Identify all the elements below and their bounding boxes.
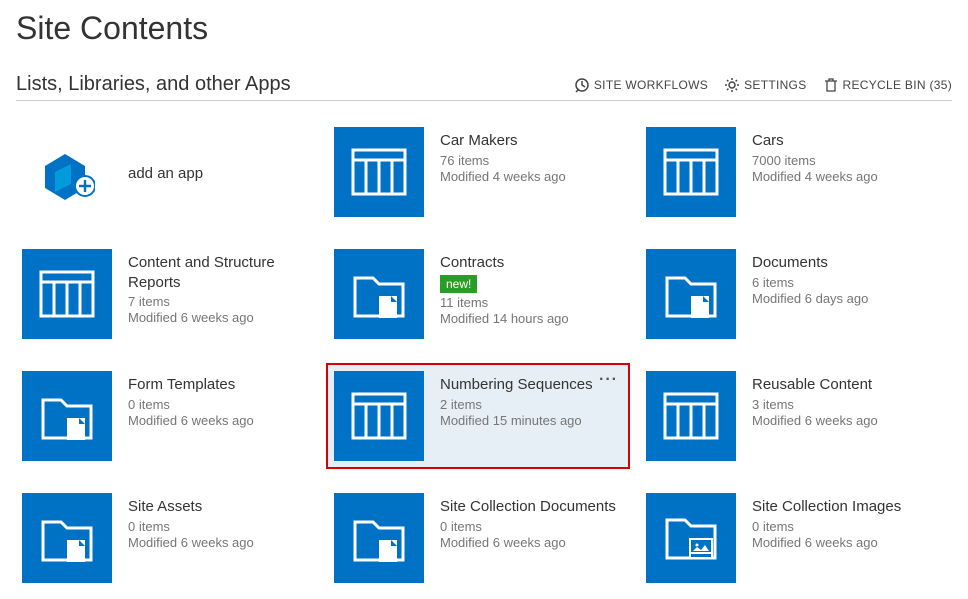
app-title[interactable]: Reusable Content <box>752 375 934 395</box>
library-icon <box>22 371 112 461</box>
app-title[interactable]: Cars <box>752 131 934 151</box>
workflows-icon <box>574 77 590 93</box>
app-modified-text: Modified 6 days ago <box>752 291 934 306</box>
list-icon <box>646 127 736 217</box>
app-items-count: 0 items <box>128 519 310 534</box>
list-icon <box>22 249 112 339</box>
app-items-count: 7000 items <box>752 153 934 168</box>
app-item[interactable]: Site Collection Documents 0 itemsModified… <box>328 487 628 589</box>
app-modified-text: Modified 6 weeks ago <box>128 413 310 428</box>
app-modified-text: Modified 6 weeks ago <box>128 535 310 550</box>
add-an-app[interactable]: add an app <box>16 121 316 223</box>
page-title: Site Contents <box>16 10 952 47</box>
gear-icon <box>724 77 740 93</box>
app-item[interactable]: Site Collection Images 0 itemsModified 6 … <box>640 487 940 589</box>
ellipsis-icon[interactable]: ··· <box>599 371 618 389</box>
app-items-count: 0 items <box>440 519 622 534</box>
app-item[interactable]: Car Makers 76 itemsModified 4 weeks ago <box>328 121 628 223</box>
app-title[interactable]: Contracts <box>440 253 622 273</box>
workflows-label: SITE WORKFLOWS <box>594 78 708 92</box>
app-modified-text: Modified 6 weeks ago <box>440 535 622 550</box>
app-item[interactable]: Reusable Content 3 itemsModified 6 weeks … <box>640 365 940 467</box>
add-app-icon <box>22 127 112 217</box>
app-modified-text: Modified 14 hours ago <box>440 311 622 326</box>
app-title[interactable]: Form Templates <box>128 375 310 395</box>
app-modified-text: Modified 4 weeks ago <box>752 169 934 184</box>
apps-grid: add an app Car Makers76 itemsModified 4 … <box>16 121 952 589</box>
app-title[interactable]: Car Makers <box>440 131 622 151</box>
app-modified-text: Modified 6 weeks ago <box>752 413 934 428</box>
app-items-count: 3 items <box>752 397 934 412</box>
app-item[interactable]: Form Templates 0 itemsModified 6 weeks ag… <box>16 365 316 467</box>
app-modified-text: Modified 15 minutes ago <box>440 413 622 428</box>
app-items-count: 0 items <box>128 397 310 412</box>
app-title[interactable]: Content and Structure Reports <box>128 253 310 292</box>
library-icon <box>334 249 424 339</box>
app-items-count: 76 items <box>440 153 622 168</box>
list-icon <box>334 371 424 461</box>
recycle-icon <box>823 77 839 93</box>
app-item[interactable]: Content and Structure Reports 7 itemsModi… <box>16 243 316 345</box>
new-badge: new! <box>440 275 477 293</box>
app-title[interactable]: Site Collection Images <box>752 497 934 517</box>
app-title[interactable]: Documents <box>752 253 934 273</box>
app-title[interactable]: Site Assets <box>128 497 310 517</box>
library-icon <box>22 493 112 583</box>
app-item[interactable]: Numbering Sequences 2 itemsModified 15 mi… <box>328 365 628 467</box>
app-item[interactable]: Contracts new! 11 itemsModified 14 hours a… <box>328 243 628 345</box>
actions-row: Lists, Libraries, and other Apps SITE WO… <box>16 73 952 101</box>
settings-label: SETTINGS <box>744 78 806 92</box>
app-items-count: 2 items <box>440 397 622 412</box>
subtitle: Lists, Libraries, and other Apps <box>16 73 558 96</box>
app-modified-text: Modified 6 weeks ago <box>128 310 310 325</box>
app-item[interactable]: Documents 6 itemsModified 6 days ago <box>640 243 940 345</box>
app-items-count: 0 items <box>752 519 934 534</box>
list-icon <box>334 127 424 217</box>
site-workflows-link[interactable]: SITE WORKFLOWS <box>574 77 708 93</box>
app-items-count: 11 items <box>440 295 622 310</box>
app-item[interactable]: Cars 7000 itemsModified 4 weeks ago <box>640 121 940 223</box>
library-icon <box>334 493 424 583</box>
app-title[interactable]: Numbering Sequences <box>440 375 622 395</box>
app-items-count: 7 items <box>128 294 310 309</box>
settings-link[interactable]: SETTINGS <box>724 77 806 93</box>
list-icon <box>646 371 736 461</box>
recycle-bin-link[interactable]: RECYCLE BIN (35) <box>823 77 953 93</box>
add-app-label: add an app <box>128 164 310 184</box>
app-title[interactable]: Site Collection Documents <box>440 497 622 517</box>
library-icon <box>646 249 736 339</box>
image-library-icon <box>646 493 736 583</box>
recycle-label: RECYCLE BIN (35) <box>843 78 953 92</box>
app-modified-text: Modified 4 weeks ago <box>440 169 622 184</box>
app-modified-text: Modified 6 weeks ago <box>752 535 934 550</box>
app-item[interactable]: Site Assets 0 itemsModified 6 weeks ago <box>16 487 316 589</box>
app-items-count: 6 items <box>752 275 934 290</box>
